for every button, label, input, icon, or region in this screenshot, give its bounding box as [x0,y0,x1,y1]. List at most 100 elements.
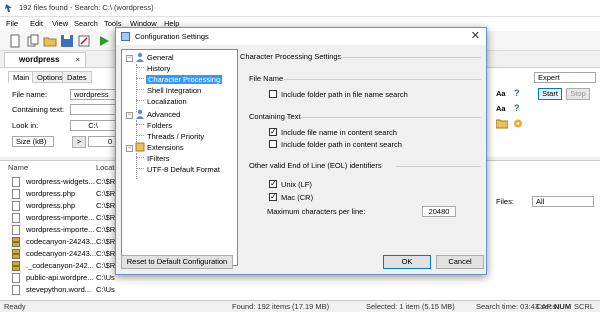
tab-dates[interactable]: Dates [62,71,92,83]
reset-default-button[interactable]: Reset to Default Configuration [121,255,233,269]
menu-edit[interactable]: Edit [30,19,43,28]
menu-file[interactable]: File [6,19,18,28]
files-filter-select[interactable]: All [532,196,594,207]
include-folder-path-content-label[interactable]: Include folder path in content search [281,140,402,149]
stop-button: Stop [566,88,590,100]
zip-file-icon [12,261,20,271]
collapse-extensions-icon[interactable]: − [126,145,133,152]
include-folder-path-content-checkbox[interactable] [269,140,277,148]
file-name-group-title: File Name [249,74,284,83]
size-value-input[interactable]: 0 [88,136,116,147]
status-cap: CAP [536,302,552,311]
look-in-input[interactable]: C:\ [70,120,116,131]
file-name-label: File name: [12,90,48,99]
file-icon [12,285,20,295]
settings-window-icon [121,32,130,41]
menu-search[interactable]: Search [74,19,98,28]
tree-character-processing[interactable]: Character Processing [146,75,223,84]
file-name-input[interactable]: wordpress [70,89,116,100]
tab-main[interactable]: Main [8,71,35,83]
folder-icon[interactable] [43,34,57,48]
collapse-general-icon[interactable]: − [126,55,133,62]
browse-folder-icon[interactable] [496,118,508,129]
status-bar: Ready Found: 192 items (17.19 MB) Select… [0,300,600,312]
tree-utf8-default-format[interactable]: UTF-8 Default Format [147,165,220,174]
column-name[interactable]: Name [8,163,28,172]
settings-heading: Character Processing Settings [240,52,342,61]
containing-text-label: Containing text: [12,105,65,114]
column-location[interactable]: Locat [96,163,114,172]
dialog-title: Configuration Settings [135,32,209,41]
settings-tree: − General History Character Processing S… [121,49,238,266]
look-in-label: Look in: [12,121,39,130]
mac-cr-checkbox[interactable] [269,192,277,201]
tree-shell-integration[interactable]: Shell Integration [147,86,201,95]
menu-view[interactable]: View [52,19,68,28]
start-button[interactable]: Start [538,88,562,100]
tree-threads-priority[interactable]: Threads / Priority [147,132,204,141]
max-chars-label: Maximum characters per line: [267,207,366,216]
new-icon[interactable] [8,34,22,48]
match-case-content-icon[interactable]: Aa [496,104,506,113]
ok-button[interactable]: OK [383,255,431,269]
containing-text-group-title: Containing Text [249,112,301,121]
copy-icon[interactable] [26,34,40,48]
tree-localization[interactable]: Localization [147,97,187,106]
extensions-icon [135,142,145,152]
zip-file-icon [12,237,20,247]
include-folder-path-name-checkbox[interactable] [269,90,277,98]
max-chars-input[interactable]: 20480 [422,206,456,217]
include-file-name-content-checkbox[interactable] [269,127,277,136]
cancel-button[interactable]: Cancel [436,255,484,269]
tree-folders[interactable]: Folders [147,121,172,130]
unix-lf-label[interactable]: Unix (LF) [281,180,312,189]
eol-group-title: Other valid End of Line (EOL) identifier… [249,161,382,170]
tree-general[interactable]: General [147,53,174,62]
file-icon [12,213,20,223]
match-case-icon[interactable]: Aa [496,89,506,98]
include-folder-path-name-label[interactable]: Include folder path in file name search [281,90,408,99]
window-title: 192 files found - Search: C:\ (wordpress… [19,3,154,12]
size-unit-select[interactable]: Size (kB) [12,136,54,147]
file-icon [12,201,20,211]
file-icon [12,273,20,283]
help-icon[interactable]: ? [514,88,520,98]
files-filter-label: Files: [496,197,514,206]
containing-text-input[interactable] [70,104,116,115]
help-content-icon[interactable]: ? [514,103,520,113]
tree-history[interactable]: History [147,64,170,73]
zip-file-icon [12,249,20,259]
close-icon[interactable]: ✕ [471,29,480,42]
tab-wordpress[interactable]: wordpress × [4,52,86,67]
unix-lf-checkbox[interactable] [269,179,277,188]
save-icon[interactable] [60,34,74,48]
tab-wordpress-label: wordpress [19,55,60,64]
app-title-bar: 192 files found - Search: C:\ (wordpress… [0,0,600,17]
status-num: NUM [554,302,572,311]
status-scrl: SCRL [574,302,595,311]
file-icon [12,189,20,199]
collapse-advanced-icon[interactable]: − [126,112,133,119]
edit-icon[interactable] [77,34,91,48]
size-operator-select[interactable]: > [72,136,86,148]
tree-extensions[interactable]: Extensions [147,143,184,152]
file-icon [12,177,20,187]
app-logo-icon [5,4,12,12]
dialog-title-bar: Configuration Settings ✕ [116,28,486,45]
tree-advanced[interactable]: Advanced [147,110,180,119]
include-file-name-content-label[interactable]: Include file name in content search [281,128,397,137]
mode-select[interactable]: Expert [534,72,596,83]
configuration-dialog: Configuration Settings ✕ − General Histo… [115,27,487,275]
table-row[interactable]: stevepython.word... C:\Us [6,283,126,296]
user-settings-icon [136,52,144,62]
status-selected: Selected: 1 item (5.15 MB) [366,302,455,311]
advanced-settings-icon [136,109,144,119]
settings-icon[interactable] [512,118,524,129]
file-icon [12,225,20,235]
tree-ifilters[interactable]: IFilters [147,154,170,163]
status-ready: Ready [4,302,26,311]
close-tab-icon[interactable]: × [76,55,80,64]
start-search-icon[interactable] [97,34,111,48]
status-found: Found: 192 items (17.19 MB) [232,302,330,311]
mac-cr-label[interactable]: Mac (CR) [281,193,313,202]
